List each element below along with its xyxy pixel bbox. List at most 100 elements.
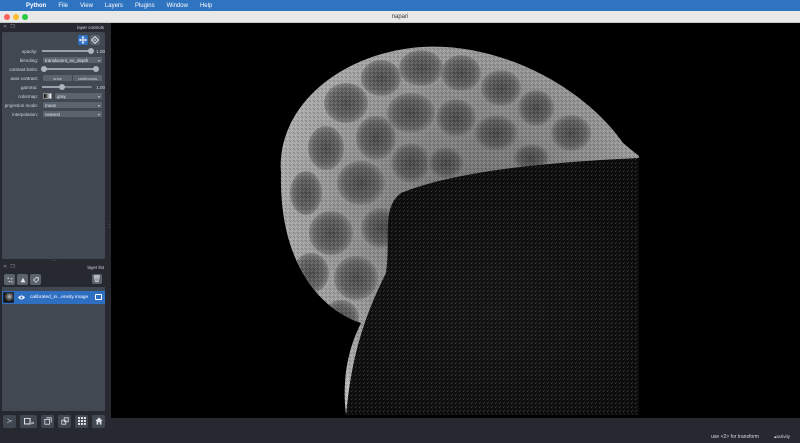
colormap-value: gray <box>57 93 66 99</box>
transform-icon <box>91 36 99 44</box>
interpolation-value: nearest <box>45 111 61 117</box>
menu-window[interactable]: Window <box>161 3 194 9</box>
eye-visibility-icon[interactable] <box>17 294 25 302</box>
svg-text:⇄: ⇄ <box>31 420 34 425</box>
contrast-low-handle[interactable] <box>41 66 47 72</box>
new-points-layer-button[interactable] <box>4 274 15 285</box>
grid-icon <box>77 417 86 425</box>
roll-cube-icon <box>43 417 52 425</box>
layer-list-header: ✕ ❐ layer list <box>0 263 107 271</box>
interpolation-row: interpolation: nearest ▾ <box>2 110 105 118</box>
dock-float-icon[interactable]: ❐ <box>10 264 14 270</box>
move-arrows-icon <box>79 36 87 44</box>
colormap-select[interactable]: gray ▾ <box>55 93 102 99</box>
napari-app: ✕ ❐ layer controls opacity: 1.00 blendin… <box>0 23 800 443</box>
trash-icon: 🗑 <box>92 276 102 283</box>
new-shapes-layer-button[interactable] <box>17 274 28 285</box>
projection-mode-label: projection mode: <box>4 102 38 108</box>
grid-view-button[interactable] <box>75 414 88 428</box>
window-titlebar: napari <box>0 11 800 23</box>
menu-layers[interactable]: Layers <box>99 3 129 9</box>
layer-controls-dock: ✕ ❐ layer controls opacity: 1.00 blendin… <box>0 23 107 260</box>
activity-label: activity <box>776 434 790 439</box>
contrast-limits-range-slider[interactable] <box>41 66 99 72</box>
dock-close-icon[interactable]: ✕ <box>3 24 7 30</box>
points-icon <box>6 276 13 283</box>
terminal-prompt-icon: ≻ <box>6 418 13 425</box>
blending-row: blending: translucent_no_depth ▾ <box>2 56 105 64</box>
viewer-buttons: ≻ ⇄ <box>0 411 107 431</box>
gamma-slider[interactable] <box>42 84 93 90</box>
ndisplay-button[interactable]: ⇄ <box>20 414 37 428</box>
menu-file[interactable]: File <box>52 3 74 9</box>
blending-select[interactable]: translucent_no_depth ▾ <box>43 57 102 63</box>
projection-mode-row: projection mode: mean ▾ <box>2 101 105 109</box>
colormap-label: colormap: <box>18 93 38 99</box>
auto-contrast-row: auto-contrast: once continuous <box>2 74 105 82</box>
gamma-label: gamma: <box>21 84 38 90</box>
ndisplay-square-icon: ⇄ <box>23 417 34 425</box>
pan-zoom-mode-button[interactable] <box>78 35 88 45</box>
dock-float-icon[interactable]: ❐ <box>10 24 14 30</box>
viewer-canvas[interactable] <box>111 23 800 418</box>
shapes-icon <box>20 277 25 282</box>
console-button[interactable]: ≻ <box>3 414 16 428</box>
opacity-label: opacity: <box>21 48 38 54</box>
status-hint: use <2> for transform <box>711 434 759 440</box>
transform-mode-button[interactable] <box>90 35 100 45</box>
mac-menubar: Python File View Layers Plugins Window H… <box>0 0 800 11</box>
opacity-row: opacity: 1.00 <box>2 47 105 55</box>
contrast-high-handle[interactable] <box>93 66 99 72</box>
gamma-value: 1.00 <box>96 84 105 90</box>
home-button[interactable] <box>92 414 105 428</box>
opacity-value: 1.00 <box>96 48 105 54</box>
layer-list-panel: calibrated_in...ensity image <box>2 287 105 411</box>
colormap-row: colormap: gray ▾ <box>2 92 105 100</box>
gamma-row: gamma: 1.00 <box>2 83 105 91</box>
opacity-slider-handle[interactable] <box>88 48 95 54</box>
roll-dims-button[interactable] <box>41 414 54 428</box>
image-layer-type-icon <box>95 294 102 300</box>
gamma-slider-handle[interactable] <box>59 84 66 90</box>
status-bar: use <2> for transform ▴activity <box>0 431 800 443</box>
chevron-down-icon: ▾ <box>97 57 100 63</box>
menu-view[interactable]: View <box>74 3 99 9</box>
transpose-icon <box>60 417 69 425</box>
chevron-down-icon: ▾ <box>97 111 100 117</box>
menu-plugins[interactable]: Plugins <box>129 3 161 9</box>
layer-list-dock: ✕ ❐ layer list 🗑 calibrated_in...ensity … <box>0 263 107 411</box>
layer-name: calibrated_in...ensity image <box>30 295 89 300</box>
auto-contrast-continuous-button[interactable]: continuous <box>73 75 102 81</box>
dock-splitter-handle[interactable]: ··· <box>50 258 58 264</box>
projection-mode-select[interactable]: mean ▾ <box>43 102 102 108</box>
layer-list-toolbar: 🗑 <box>2 273 105 286</box>
activity-button[interactable]: ▴activity <box>774 434 790 440</box>
contrast-limits-row: contrast limits: <box>2 65 105 73</box>
opacity-slider[interactable] <box>42 48 95 54</box>
window-title: napari <box>391 13 409 20</box>
layer-list-title: layer list <box>87 264 104 270</box>
labels-tag-icon <box>32 276 39 283</box>
blending-value: translucent_no_depth <box>45 57 89 63</box>
chevron-down-icon: ▾ <box>97 93 100 99</box>
interpolation-label: interpolation: <box>12 111 38 117</box>
contrast-limits-label: contrast limits: <box>9 66 38 72</box>
home-icon <box>94 417 103 425</box>
blending-label: blending: <box>19 57 38 63</box>
new-labels-layer-button[interactable] <box>30 274 41 285</box>
auto-contrast-label: auto-contrast: <box>10 75 38 81</box>
canvas-bottom-strip <box>111 418 800 431</box>
menu-help[interactable]: Help <box>194 3 218 9</box>
chevron-down-icon: ▾ <box>97 102 100 108</box>
auto-contrast-once-button[interactable]: once <box>43 75 72 81</box>
microscopy-image <box>280 46 639 416</box>
layer-controls-title: layer controls <box>77 24 104 30</box>
menu-app-name[interactable]: Python <box>20 3 52 9</box>
transpose-dims-button[interactable] <box>58 414 71 428</box>
dock-close-icon[interactable]: ✕ <box>3 264 7 270</box>
layer-controls-panel: opacity: 1.00 blending: translucent_no_d… <box>2 32 105 259</box>
layer-row[interactable]: calibrated_in...ensity image <box>2 291 105 304</box>
delete-layer-button[interactable]: 🗑 <box>92 274 102 284</box>
layer-controls-header: ✕ ❐ layer controls <box>0 23 107 31</box>
interpolation-select[interactable]: nearest ▾ <box>43 111 102 117</box>
